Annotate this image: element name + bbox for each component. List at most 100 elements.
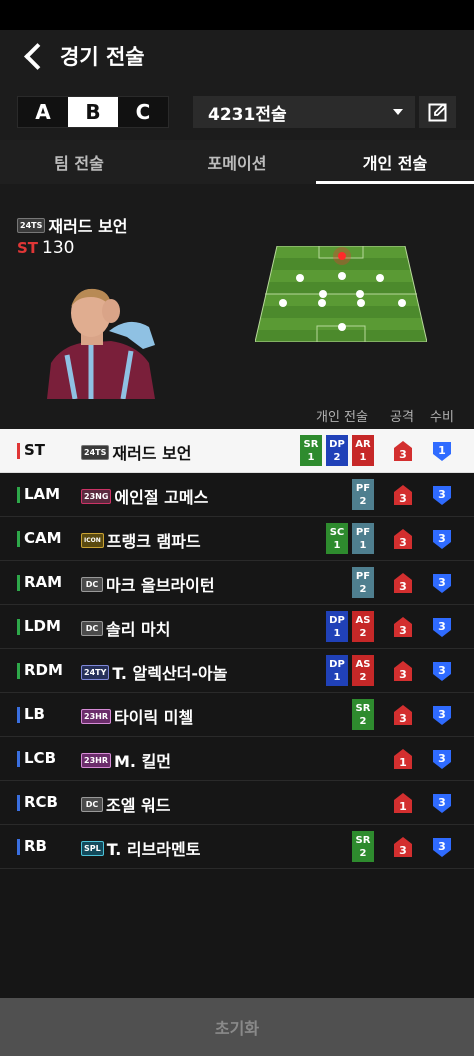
defense-level-icon-value: 3: [438, 664, 446, 677]
individual-tactic-tags: SC 1 PF 1: [326, 523, 374, 554]
defense-level-icon-value: 3: [438, 752, 446, 765]
tactic-tag-code: PF: [355, 570, 371, 582]
player-row[interactable]: RDM 24TY T. 알렉산더-아놀 DP 1 AS 2 3 3: [0, 649, 474, 693]
pencil-edit-icon: [428, 103, 447, 122]
defense-level-icon-value: 3: [438, 576, 446, 589]
attack-level-icon: 1: [394, 793, 412, 813]
position-color-bar: [17, 663, 20, 679]
season-badge: 23HR: [81, 708, 111, 724]
tactic-tag-level: 1: [333, 539, 341, 551]
tactic-tag-code: SR: [303, 438, 319, 450]
attack-level-icon-value: 3: [399, 492, 407, 505]
tactic-tag: AS 2: [352, 611, 374, 642]
player-name: T. 알렉산더-아놀: [112, 664, 228, 683]
tactic-tag-level: 2: [359, 495, 367, 507]
player-position: LDM: [24, 617, 61, 635]
selected-player-position-row: ST 130: [17, 238, 75, 258]
player-name: M. 킬먼: [114, 752, 172, 771]
player-name: 에인절 고메스: [114, 488, 209, 507]
player-name: 타이릭 미첼: [114, 708, 194, 727]
player-name: T. 리브라멘토: [106, 840, 201, 859]
player-row[interactable]: RCB DC 조엘 워드 1 3: [0, 781, 474, 825]
defense-level-icon-value: 3: [438, 620, 446, 633]
position-color-bar: [17, 531, 20, 547]
attack-level-icon: 3: [394, 661, 412, 681]
defense-level-icon: 3: [433, 486, 451, 505]
player-row[interactable]: LB 23HR 타이릭 미첼 SR 2 3 3: [0, 693, 474, 737]
season-badge: 24TS: [17, 217, 46, 233]
tactic-tag: SR 2: [352, 831, 374, 862]
tactic-tag-level: 2: [359, 583, 367, 595]
attack-level-icon-value: 3: [399, 580, 407, 593]
tactic-tag: DP 2: [326, 435, 348, 466]
tactic-set-b[interactable]: B: [68, 97, 118, 127]
player-list: ST 24TS 재러드 보언 SR 1 DP 2 AR 1 3 1 LAM 23NG 에인절 고메스 PF 2…: [0, 429, 474, 869]
player-row[interactable]: CAM ICON 프랭크 램파드 SC 1 PF 1 3 3: [0, 517, 474, 561]
top-controls: A B C 4231전술: [0, 82, 474, 140]
player-position: RCB: [24, 793, 58, 811]
player-position: LB: [24, 705, 45, 723]
position-color-bar: [17, 443, 20, 459]
status-bar: [0, 0, 474, 30]
defense-level-icon: 3: [433, 838, 451, 857]
tactic-tag-code: DP: [329, 438, 345, 450]
attack-level-icon: 1: [394, 749, 412, 769]
tactic-dropdown[interactable]: 4231전술: [193, 96, 415, 128]
attack-level-icon: 3: [394, 573, 412, 593]
tactic-tag: SR 1: [300, 435, 322, 466]
player-name: 재러드 보언: [112, 444, 192, 463]
position-color-bar: [17, 707, 20, 723]
tactic-tag-level: 2: [359, 715, 367, 727]
tactic-tag-code: AS: [355, 614, 371, 626]
player-row[interactable]: RAM DC 마크 올브라이턴 PF 2 3 3: [0, 561, 474, 605]
tactic-tag: DP 1: [326, 611, 348, 642]
defense-level-icon-value: 3: [438, 840, 446, 853]
tactic-tag: AS 2: [352, 655, 374, 686]
player-position: RDM: [24, 661, 63, 679]
selected-player-name-row: 24TS 재러드 보언: [17, 213, 128, 237]
list-header: 개인 전술 공격 수비: [0, 399, 474, 429]
individual-tactic-tags: PF 2: [352, 567, 374, 598]
player-name: 솔리 마치: [106, 620, 171, 639]
tactic-tag: PF 2: [352, 567, 374, 598]
player-row[interactable]: RB SPL T. 리브라멘토 SR 2 3 3: [0, 825, 474, 869]
tab-formation[interactable]: 포메이션: [158, 140, 316, 184]
player-name: 마크 올브라이턴: [106, 576, 215, 595]
tab-individual-tactics[interactable]: 개인 전술: [316, 140, 474, 184]
selected-player-panel: 24TS 재러드 보언 ST 130: [0, 184, 474, 399]
tactic-set-selector: A B C: [17, 96, 169, 128]
tab-team-tactics[interactable]: 팀 전술: [0, 140, 158, 184]
attack-level-icon-value: 3: [399, 624, 407, 637]
position-color-bar: [17, 487, 20, 503]
player-row[interactable]: LDM DC 솔리 마치 DP 1 AS 2 3 3: [0, 605, 474, 649]
player-row[interactable]: LAM 23NG 에인절 고메스 PF 2 3 3: [0, 473, 474, 517]
defense-level-icon: 3: [433, 618, 451, 637]
attack-level-icon: 3: [394, 529, 412, 549]
tactic-tag-level: 1: [307, 451, 315, 463]
defense-level-icon: 1: [433, 442, 451, 461]
tactic-set-a[interactable]: A: [18, 97, 68, 127]
tactic-tag-level: 2: [359, 627, 367, 639]
tactic-tag-code: SR: [355, 702, 371, 714]
player-name-group: DC 마크 올브라이턴: [81, 572, 215, 596]
selected-player-name: 재러드 보언: [48, 217, 128, 236]
season-badge: 23HR: [81, 752, 111, 768]
tactic-tag-level: 1: [359, 539, 367, 551]
defense-level-icon-value: 3: [438, 532, 446, 545]
player-row[interactable]: LCB 23HR M. 킬먼 1 3: [0, 737, 474, 781]
edit-button[interactable]: [419, 96, 456, 128]
player-name-group: 24TS 재러드 보언: [81, 440, 192, 464]
player-row[interactable]: ST 24TS 재러드 보언 SR 1 DP 2 AR 1 3 1: [0, 429, 474, 473]
reset-button[interactable]: 초기화: [0, 998, 474, 1056]
season-badge: 24TS: [81, 444, 110, 460]
column-defense: 수비: [430, 410, 454, 425]
position-color-bar: [17, 619, 20, 635]
tactic-tag-level: 2: [359, 671, 367, 683]
page-title: 경기 전술: [60, 45, 145, 69]
tactic-set-c[interactable]: C: [118, 97, 168, 127]
season-badge: DC: [81, 796, 103, 812]
attack-level-icon-value: 3: [399, 668, 407, 681]
attack-level-icon-value: 3: [399, 536, 407, 549]
back-arrow-icon[interactable]: [20, 43, 46, 69]
player-name-group: DC 솔리 마치: [81, 616, 170, 640]
